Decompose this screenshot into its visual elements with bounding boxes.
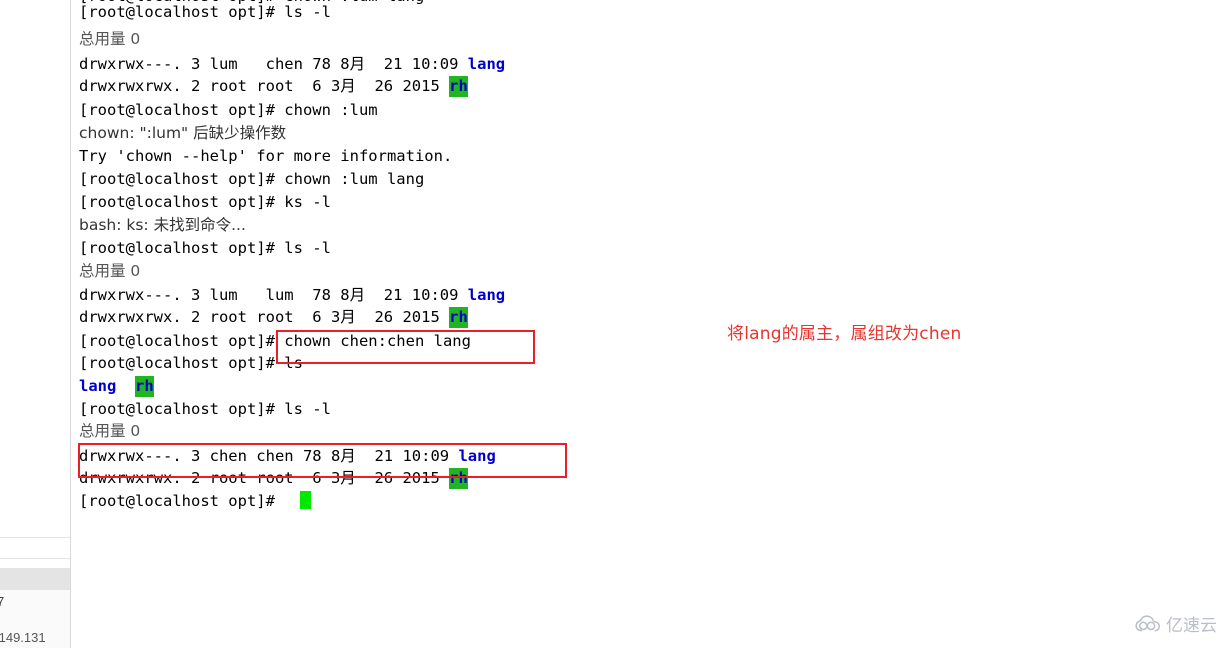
cloud-icon [1135, 614, 1161, 633]
terminal-output-area[interactable]: [root@localhost opt]# chown :lum lang [r… [72, 0, 1231, 648]
terminal-line-prefix: drwxrwxrwx. 2 root root 6 3月 26 2015 [79, 308, 450, 326]
terminal-line-prefix: drwxrwxrwx. 2 root root 6 3月 26 2015 [79, 77, 450, 95]
terminal-file-rh: rh [135, 376, 154, 397]
terminal-line-prefix: drwxrwx---. 3 lum chen 78 8月 21 10:09 [79, 55, 468, 73]
terminal-file-lang: lang [79, 377, 117, 395]
left-side-panel-content: 7 .149.131 [0, 0, 70, 648]
terminal-line: drwxrwx---. 3 lum lum 78 8月 21 10:09 lan… [79, 285, 505, 305]
terminal-line: [root@localhost opt]# ls -l [79, 239, 331, 257]
terminal-line-text: 总用量 0 [79, 422, 141, 440]
terminal-line: drwxrwxrwx. 2 root root 6 3月 26 2015 rh [79, 307, 468, 328]
terminal-line-prefix: drwxrwx---. 3 lum lum 78 8月 21 10:09 [79, 286, 468, 304]
terminal-line: lang rh [79, 376, 154, 397]
terminal-line-text: bash: ks: 未找到命令... [79, 216, 246, 234]
terminal-file-lang: lang [467, 55, 506, 73]
panel-divider-top [0, 537, 70, 538]
panel-divider-mid [0, 558, 70, 559]
ls-result-highlight-box [78, 443, 567, 478]
terminal-spacer [116, 377, 135, 395]
terminal-line: [root@localhost opt]# chown :lum [79, 101, 378, 119]
terminal-file-rh: rh [449, 76, 468, 97]
panel-gray-band [0, 568, 70, 590]
panel-ip-fragment: .149.131 [0, 630, 46, 645]
terminal-line: 总用量 0 [79, 29, 140, 49]
left-side-panel: 7 .149.131 [0, 0, 71, 648]
terminal-line: chown: ":lum" 后缺少操作数 [79, 123, 286, 143]
terminal-file-lang: lang [467, 286, 506, 304]
watermark: 亿速云 [1135, 611, 1217, 636]
terminal-line-text: chown: ":lum" 后缺少操作数 [79, 124, 287, 142]
terminal-line: [root@localhost opt]# chown :lum lang [79, 170, 425, 188]
annotation-note: 将lang的属主，属组改为chen [727, 324, 962, 344]
terminal-line: [root@localhost opt]# ls [79, 354, 303, 372]
watermark-text: 亿速云 [1166, 616, 1217, 636]
terminal-line: Try 'chown --help' for more information. [79, 147, 453, 165]
terminal-line: bash: ks: 未找到命令... [79, 215, 246, 235]
terminal-line: drwxrwxrwx. 2 root root 6 3月 26 2015 rh [79, 76, 468, 97]
terminal-line: [root@localhost opt]# ls -l [79, 400, 331, 418]
terminal-line: 总用量 0 [79, 261, 140, 281]
terminal-line: [root@localhost opt]# ls -l [79, 3, 331, 21]
terminal-cursor [300, 491, 311, 509]
terminal-line-text: 总用量 0 [79, 262, 141, 280]
terminal-file-rh: rh [449, 307, 468, 328]
chown-command-highlight-box [276, 330, 535, 364]
terminal-prompt-line: [root@localhost opt]# [79, 492, 285, 510]
terminal-line: 总用量 0 [79, 421, 140, 441]
terminal-line-text: 总用量 0 [79, 30, 141, 48]
panel-text-fragment: 7 [0, 594, 4, 609]
terminal-line: [root@localhost opt]# ks -l [79, 193, 331, 211]
terminal-line: drwxrwx---. 3 lum chen 78 8月 21 10:09 la… [79, 54, 505, 74]
